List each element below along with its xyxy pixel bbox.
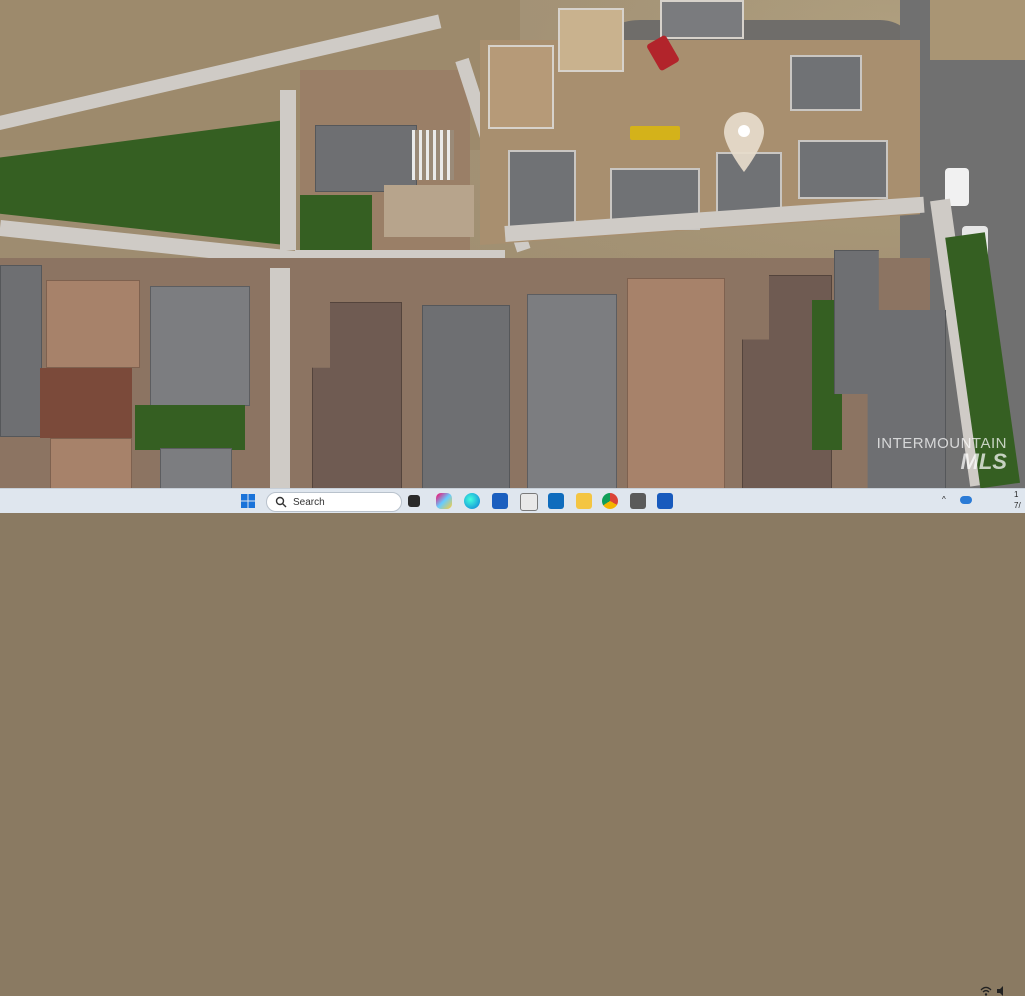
house-1 xyxy=(0,265,42,437)
word-icon[interactable] xyxy=(657,493,673,509)
location-pin-icon xyxy=(724,112,764,172)
clock-date[interactable]: 7/ xyxy=(1014,501,1021,510)
house-3 xyxy=(150,286,250,406)
edge-icon[interactable] xyxy=(464,493,480,509)
slab-4 xyxy=(798,140,888,199)
house-7 xyxy=(627,278,725,488)
foundation-b xyxy=(558,8,624,72)
watermark-line2: MLS xyxy=(960,449,1007,474)
house-5 xyxy=(422,305,510,488)
patio-2 xyxy=(40,368,132,438)
tray-chevron-icon[interactable]: ^ xyxy=(942,495,946,504)
store-icon[interactable] xyxy=(492,493,508,509)
file-explorer-icon[interactable] xyxy=(576,493,592,509)
calculator-icon[interactable] xyxy=(630,493,646,509)
house-roof xyxy=(315,125,417,192)
chrome-icon[interactable] xyxy=(602,493,618,509)
slab-1 xyxy=(508,150,576,229)
search-label: Search xyxy=(293,496,325,508)
pergola xyxy=(412,130,454,180)
house-2b xyxy=(50,438,132,488)
house-3b xyxy=(160,448,232,488)
snipping-tool-icon[interactable] xyxy=(520,493,538,511)
foundation-a xyxy=(488,45,554,129)
clock-time[interactable]: 1 xyxy=(1014,490,1018,499)
side-lawn xyxy=(300,195,372,250)
house-2 xyxy=(46,280,140,368)
copilot-icon[interactable] xyxy=(436,493,452,509)
search-icon xyxy=(275,496,287,508)
wifi-icon[interactable] xyxy=(980,986,992,996)
mls-watermark: INTERMOUNTAIN MLS xyxy=(877,436,1007,473)
task-view-icon[interactable] xyxy=(408,495,420,507)
sidewalk-lower xyxy=(270,268,290,488)
taskbar-search[interactable]: Search xyxy=(266,492,402,512)
windows-start-icon[interactable] xyxy=(240,493,256,509)
taskbar: Search ^ 1 7/ xyxy=(0,488,1025,996)
slab-5 xyxy=(790,55,862,111)
volume-icon[interactable] xyxy=(996,986,1008,996)
right-dirt xyxy=(930,0,1025,60)
house-6 xyxy=(527,294,617,488)
excavator xyxy=(630,126,680,140)
backyard xyxy=(384,185,474,237)
onedrive-icon[interactable] xyxy=(960,496,972,504)
outlook-icon[interactable] xyxy=(548,493,564,509)
sidewalk-vertical xyxy=(280,90,296,250)
aerial-photo: INTERMOUNTAIN MLS xyxy=(0,0,1025,488)
slab-top xyxy=(660,0,744,39)
yard-3 xyxy=(135,405,245,450)
